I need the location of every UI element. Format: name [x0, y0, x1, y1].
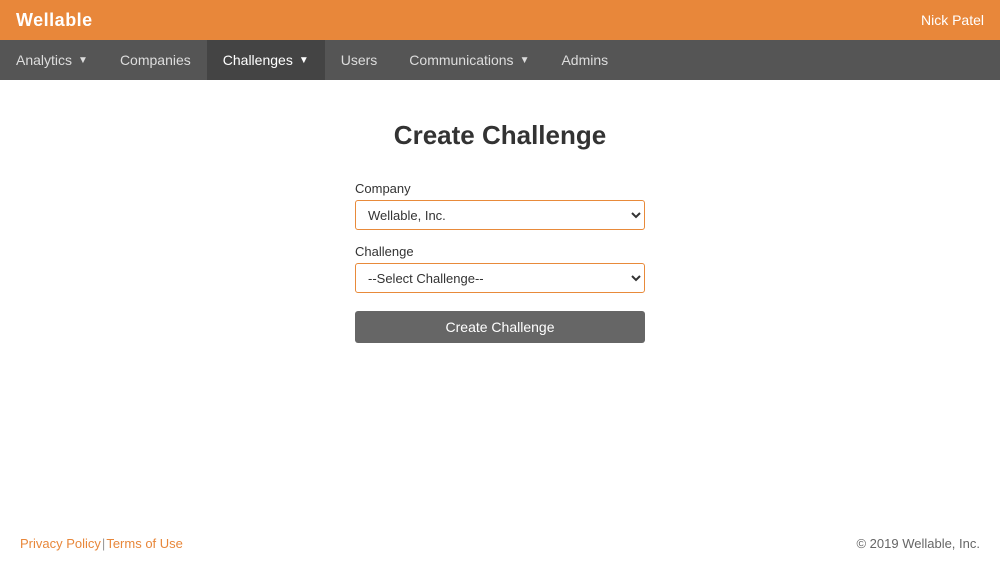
main-content: Create Challenge Company Wellable, Inc. …: [0, 80, 1000, 524]
terms-of-use-link[interactable]: Terms of Use: [106, 536, 183, 551]
nav-label-users: Users: [341, 52, 378, 68]
top-bar: Wellable Nick Patel: [0, 0, 1000, 40]
user-name: Nick Patel: [921, 12, 984, 28]
nav-label-challenges: Challenges: [223, 52, 293, 68]
create-challenge-form: Company Wellable, Inc. Challenge --Selec…: [355, 181, 645, 343]
nav-arrow-analytics: ▼: [78, 55, 88, 66]
nav-arrow-challenges: ▼: [299, 55, 309, 66]
create-challenge-button[interactable]: Create Challenge: [355, 311, 645, 343]
logo: Wellable: [16, 10, 93, 31]
footer-links: Privacy Policy | Terms of Use: [20, 536, 183, 551]
challenge-label: Challenge: [355, 244, 645, 259]
nav-item-challenges[interactable]: Challenges ▼: [207, 40, 325, 80]
nav-item-companies[interactable]: Companies: [104, 40, 207, 80]
page-title: Create Challenge: [394, 120, 606, 151]
challenge-field-group: Challenge --Select Challenge--: [355, 244, 645, 293]
challenge-select[interactable]: --Select Challenge--: [355, 263, 645, 293]
nav-label-communications: Communications: [409, 52, 513, 68]
company-field-group: Company Wellable, Inc.: [355, 181, 645, 230]
privacy-policy-link[interactable]: Privacy Policy: [20, 536, 101, 551]
nav-label-companies: Companies: [120, 52, 191, 68]
nav-label-admins: Admins: [561, 52, 608, 68]
nav-bar: Analytics ▼ Companies Challenges ▼ Users…: [0, 40, 1000, 80]
footer-copyright: © 2019 Wellable, Inc.: [856, 536, 980, 551]
company-select[interactable]: Wellable, Inc.: [355, 200, 645, 230]
company-label: Company: [355, 181, 645, 196]
nav-item-communications[interactable]: Communications ▼: [393, 40, 545, 80]
nav-item-analytics[interactable]: Analytics ▼: [0, 40, 104, 80]
nav-arrow-communications: ▼: [520, 55, 530, 66]
nav-label-analytics: Analytics: [16, 52, 72, 68]
nav-item-users[interactable]: Users: [325, 40, 394, 80]
nav-item-admins[interactable]: Admins: [545, 40, 624, 80]
footer: Privacy Policy | Terms of Use © 2019 Wel…: [0, 524, 1000, 563]
footer-separator: |: [102, 536, 105, 551]
